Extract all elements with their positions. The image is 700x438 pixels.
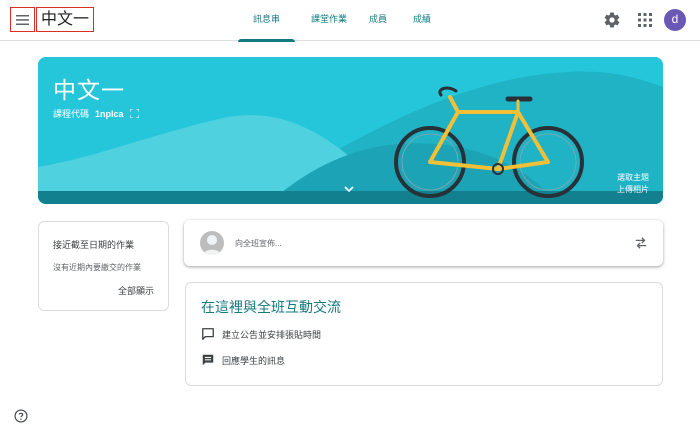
- announcement-icon: [202, 328, 214, 340]
- repost-icon[interactable]: [634, 236, 648, 250]
- info-row-reply: 回應學生的訊息: [201, 353, 285, 367]
- announce-compose-box[interactable]: 向全班宣佈...: [184, 220, 663, 266]
- tab-grades[interactable]: 成績: [402, 0, 442, 41]
- menu-icon: [16, 14, 29, 25]
- upcoming-empty-text: 沒有近期內要繳交的作業: [53, 263, 141, 272]
- apps-grid-icon[interactable]: [638, 13, 652, 27]
- person-icon: [203, 235, 221, 255]
- tab-people[interactable]: 成員: [358, 0, 398, 41]
- tab-stream[interactable]: 訊息串: [238, 0, 295, 42]
- compose-placeholder: 向全班宣佈...: [235, 239, 282, 248]
- info-row-text: 回應學生的訊息: [222, 355, 286, 366]
- class-code-label: 課程代碼: [53, 109, 90, 119]
- nav-tabs: 訊息串 課堂作業 成員 成績: [238, 0, 442, 42]
- gear-icon[interactable]: [603, 11, 621, 29]
- chevron-down-icon[interactable]: [343, 184, 355, 194]
- info-row-text: 建立公告並安排張貼時間: [222, 329, 322, 340]
- course-title[interactable]: 中文一: [36, 7, 95, 32]
- upload-photo-link[interactable]: 上傳相片: [617, 184, 649, 196]
- fullscreen-icon[interactable]: [129, 109, 139, 118]
- menu-button[interactable]: [10, 7, 35, 32]
- info-heading: 在這裡與全班互動交流: [201, 299, 341, 315]
- account-avatar[interactable]: d: [664, 9, 686, 31]
- banner-course-title: 中文一: [53, 77, 125, 103]
- class-banner: 中文一 課程代碼 1nplca 選取主題 上傳相片: [38, 57, 663, 204]
- user-avatar: [200, 231, 224, 255]
- select-theme-link[interactable]: 選取主題: [617, 172, 649, 184]
- stream-info-card: 在這裡與全班互動交流 建立公告並安排張貼時間 回應學生的訊息: [185, 282, 663, 386]
- help-icon[interactable]: [14, 409, 28, 423]
- class-code: 課程代碼 1nplca: [53, 107, 139, 120]
- top-app-bar: 中文一 訊息串 課堂作業 成員 成績 d: [0, 0, 700, 42]
- bicycle-banner-illustration: [38, 57, 663, 204]
- view-all-button[interactable]: 全部顯示: [118, 284, 154, 297]
- banner-actions: 選取主題 上傳相片: [617, 172, 649, 196]
- upcoming-work-card: 接近截至日期的作業 沒有近期內要繳交的作業 全部顯示: [38, 221, 169, 311]
- class-code-value: 1nplca: [95, 108, 124, 119]
- info-row-announcement: 建立公告並安排張貼時間: [201, 327, 321, 341]
- tab-classwork[interactable]: 課堂作業: [300, 0, 358, 41]
- upcoming-heading: 接近截至日期的作業: [53, 240, 135, 250]
- reply-message-icon: [202, 354, 214, 366]
